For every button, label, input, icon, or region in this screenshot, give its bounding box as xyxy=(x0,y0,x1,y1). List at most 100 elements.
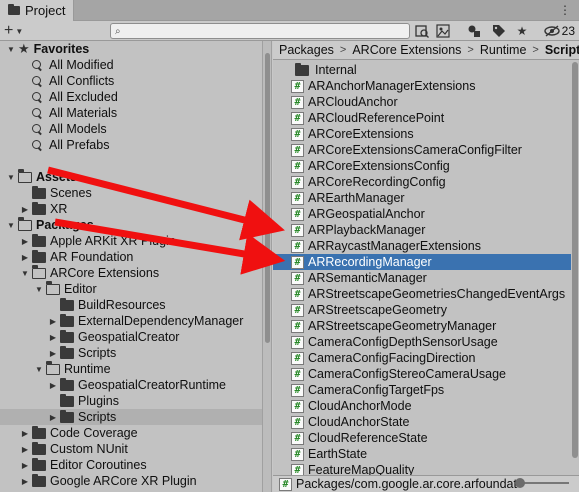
file-list-script[interactable]: # CloudAnchorState xyxy=(273,414,571,430)
expand-right-icon[interactable]: ▶ xyxy=(20,429,30,438)
favorite-all-conflicts[interactable]: All Conflicts xyxy=(0,73,262,89)
expand-right-icon[interactable]: ▶ xyxy=(20,477,30,486)
package-google-arcore-xr[interactable]: ▶ Google ARCore XR Plugin xyxy=(0,473,262,489)
expand-right-icon[interactable]: ▶ xyxy=(48,349,58,358)
file-list-script[interactable]: # ARCoreRecordingConfig xyxy=(273,174,571,190)
window-menu-icon[interactable]: ⋮ xyxy=(559,4,573,16)
favorite-star-icon[interactable]: ★ xyxy=(513,23,531,39)
breadcrumb-segment[interactable]: ARCore Extensions xyxy=(352,43,461,57)
expand-right-icon[interactable]: ▶ xyxy=(48,381,58,390)
expand-down-icon[interactable]: ▼ xyxy=(6,173,16,182)
expand-down-icon[interactable]: ▼ xyxy=(34,365,44,374)
tree-item-label: Assets xyxy=(36,170,77,184)
breadcrumb-segment[interactable]: Scripts xyxy=(545,43,579,57)
assets-folder[interactable]: ▼ Assets xyxy=(0,169,262,185)
search-icon xyxy=(32,75,43,87)
folder-editor[interactable]: ▼ Editor xyxy=(0,281,262,297)
expand-down-icon[interactable]: ▼ xyxy=(6,221,16,230)
favorite-all-models[interactable]: All Models xyxy=(0,121,262,137)
file-list-script[interactable]: # ARCoreExtensions xyxy=(273,126,571,142)
search-input[interactable] xyxy=(122,24,409,38)
package-custom-nunit[interactable]: ▶ Custom NUnit xyxy=(0,441,262,457)
icon-size-slider[interactable] xyxy=(515,478,569,488)
search-icon xyxy=(32,123,43,135)
folder-externaldependencymanager[interactable]: ▶ ExternalDependencyManager xyxy=(0,313,262,329)
file-list-script[interactable]: # ARCloudReferencePoint xyxy=(273,110,571,126)
file-list-script[interactable]: # CameraConfigFacingDirection xyxy=(273,350,571,366)
tree-scrollbar-thumb[interactable] xyxy=(265,53,270,343)
search-by-type-icon[interactable] xyxy=(413,23,431,39)
breadcrumb-segment[interactable]: Runtime xyxy=(480,43,527,57)
expand-right-icon[interactable]: ▶ xyxy=(20,205,30,214)
add-button[interactable]: + ▼ xyxy=(4,22,34,40)
folder-buildresources[interactable]: BuildResources xyxy=(0,297,262,313)
favorite-all-modified[interactable]: All Modified xyxy=(0,57,262,73)
tree-scrollbar[interactable] xyxy=(262,41,272,492)
expand-right-icon[interactable]: ▶ xyxy=(20,445,30,454)
file-list-script[interactable]: # CloudAnchorMode xyxy=(273,398,571,414)
favorite-all-excluded[interactable]: All Excluded xyxy=(0,89,262,105)
expand-right-icon[interactable]: ▶ xyxy=(20,237,30,246)
folder-geospatialcreatorruntime[interactable]: ▶ GeospatialCreatorRuntime xyxy=(0,377,262,393)
breadcrumb-segment[interactable]: Packages xyxy=(279,43,334,57)
expand-right-icon[interactable]: ▶ xyxy=(48,333,58,342)
favorites-header[interactable]: ▼ ★ Favorites xyxy=(0,41,262,57)
file-list-scrollbar-thumb[interactable] xyxy=(572,62,578,458)
file-list-scrollbar[interactable] xyxy=(571,60,579,468)
file-list-script[interactable]: # ARSemanticManager xyxy=(273,270,571,286)
file-list-script[interactable]: # ARStreetscapeGeometriesChangedEventArgs xyxy=(273,286,571,302)
filter-by-type-icon[interactable] xyxy=(465,23,483,39)
folder-icon xyxy=(60,329,74,343)
expand-right-icon[interactable]: ▶ xyxy=(48,413,58,422)
file-list-script[interactable]: # ARPlaybackManager xyxy=(273,222,571,238)
expand-right-icon[interactable]: ▶ xyxy=(48,317,58,326)
folder-runtime[interactable]: ▼ Runtime xyxy=(0,361,262,377)
search-field[interactable]: ⌕ xyxy=(110,23,410,39)
file-list-script[interactable]: # CameraConfigDepthSensorUsage xyxy=(273,334,571,350)
file-list-script[interactable]: # ARRaycastManagerExtensions xyxy=(273,238,571,254)
expand-right-icon[interactable]: ▶ xyxy=(20,461,30,470)
package-apple-arkit[interactable]: ▶ Apple ARKit XR Plugin xyxy=(0,233,262,249)
file-list-script[interactable]: # CameraConfigStereoCameraUsage xyxy=(273,366,571,382)
file-list-script[interactable]: # ARCloudAnchor xyxy=(273,94,571,110)
tree-item-label: Plugins xyxy=(78,394,119,408)
favorite-all-materials[interactable]: All Materials xyxy=(0,105,262,121)
csharp-script-icon: # xyxy=(291,415,304,429)
folder-geospatialcreator[interactable]: ▶ GeospatialCreator xyxy=(0,329,262,345)
expand-right-icon[interactable]: ▶ xyxy=(20,253,30,262)
search-by-label-icon[interactable] xyxy=(434,23,452,39)
package-arcore-extensions[interactable]: ▼ ARCore Extensions xyxy=(0,265,262,281)
file-list-script[interactable]: # ARStreetscapeGeometryManager xyxy=(273,318,571,334)
tab-project[interactable]: Project xyxy=(0,0,74,21)
tree-item-label: All Prefabs xyxy=(49,138,110,152)
folder-runtime-scripts[interactable]: ▶ Scripts xyxy=(0,409,262,425)
file-list-script[interactable]: # ARStreetscapeGeometry xyxy=(273,302,571,318)
file-list-script[interactable]: # ARRecordingManager xyxy=(273,254,571,270)
package-editor-coroutines[interactable]: ▶ Editor Coroutines xyxy=(0,457,262,473)
folder-editor-scripts[interactable]: ▶ Scripts xyxy=(0,345,262,361)
expand-down-icon[interactable]: ▼ xyxy=(34,285,44,294)
hidden-packages-toggle[interactable]: 23 xyxy=(543,23,575,39)
file-list-script[interactable]: # ARCoreExtensionsConfig xyxy=(273,158,571,174)
packages-folder[interactable]: ▼ Packages xyxy=(0,217,262,233)
file-list-script[interactable]: # ARGeospatialAnchor xyxy=(273,206,571,222)
csharp-script-icon: # xyxy=(291,271,304,285)
package-code-coverage[interactable]: ▶ Code Coverage xyxy=(0,425,262,441)
tag-icon[interactable] xyxy=(490,23,508,39)
file-list-script[interactable]: # CameraConfigTargetFps xyxy=(273,382,571,398)
expand-down-icon[interactable]: ▼ xyxy=(20,269,30,278)
file-list-script[interactable]: # EarthState xyxy=(273,446,571,462)
folder-plugins[interactable]: Plugins xyxy=(0,393,262,409)
file-list-script[interactable]: # CloudReferenceState xyxy=(273,430,571,446)
file-list-script[interactable]: # ARCoreExtensionsCameraConfigFilter xyxy=(273,142,571,158)
file-list-script[interactable]: # AREarthManager xyxy=(273,190,571,206)
package-ar-foundation[interactable]: ▶ AR Foundation xyxy=(0,249,262,265)
icon-size-slider-knob[interactable] xyxy=(515,478,525,488)
folder-scenes[interactable]: Scenes xyxy=(0,185,262,201)
file-list-script[interactable]: # ARAnchorManagerExtensions xyxy=(273,78,571,94)
tree-item-label: Scripts xyxy=(78,410,117,424)
favorite-all-prefabs[interactable]: All Prefabs xyxy=(0,137,262,153)
file-list-folder[interactable]: Internal xyxy=(273,62,571,78)
folder-xr[interactable]: ▶ XR xyxy=(0,201,262,217)
expand-down-icon[interactable]: ▼ xyxy=(6,45,16,54)
